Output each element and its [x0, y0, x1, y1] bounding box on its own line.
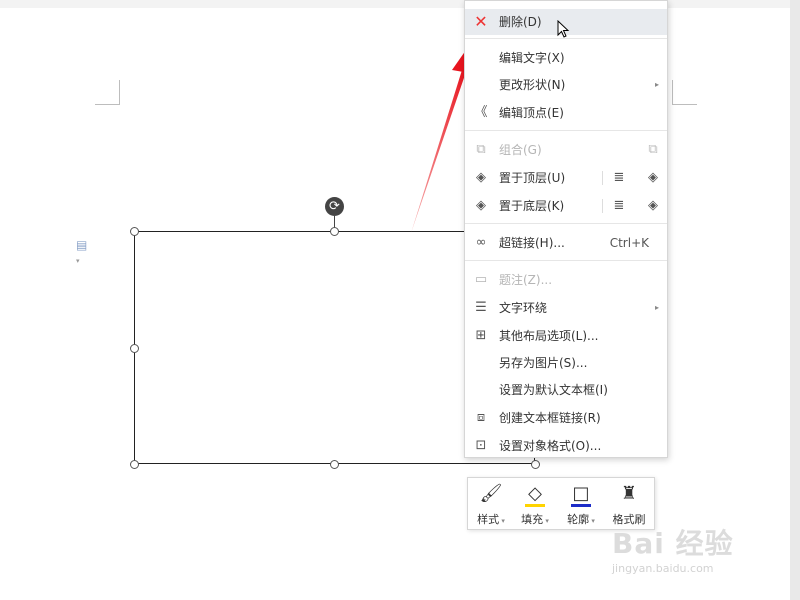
watermark-url: jingyan.baidu.com — [612, 562, 714, 575]
menu-item-bring-to-front[interactable]: ◈ 置于顶层(U) ≣ ◈ — [465, 165, 667, 191]
menu-item-format-object[interactable]: ⊡ 设置对象格式(O)... — [465, 433, 667, 459]
submenu-arrow-icon: ▸ — [654, 303, 659, 312]
menu-item-save-as-picture[interactable]: 另存为图片(S)... — [465, 350, 667, 376]
menu-item-label: 更改形状(N) — [499, 78, 566, 92]
menu-separator — [465, 130, 667, 131]
menu-vertical-separator — [602, 171, 603, 185]
menu-item-label: 置于顶层(U) — [499, 171, 566, 185]
menu-item-text-wrap[interactable]: ☰ 文字环绕 ▸ — [465, 295, 667, 321]
layout-options-icon: ⊞ — [475, 328, 487, 343]
context-menu: ✕ 删除(D) 编辑文字(X) 更改形状(N) ▸ 《 编辑顶点(E) ⧉ 组合… — [464, 0, 668, 458]
send-backward-icon[interactable]: ◈ — [645, 198, 661, 214]
menu-item-label: 置于底层(K) — [499, 199, 565, 213]
menu-item-change-shape[interactable]: 更改形状(N) ▸ — [465, 72, 667, 98]
bring-forward-icon[interactable]: ◈ — [645, 170, 661, 186]
dropdown-arrow-icon: ▾ — [499, 517, 505, 525]
menu-item-label: 设置对象格式(O)... — [499, 439, 602, 453]
brush-icon: 🖌 — [479, 483, 503, 504]
menu-item-label: 删除(D) — [499, 15, 542, 29]
menu-item-create-textbox-link[interactable]: ⧈ 创建文本框链接(R) — [465, 405, 667, 431]
mouse-cursor-icon — [557, 20, 570, 38]
menu-item-hyperlink[interactable]: ∞ 超链接(H)... Ctrl+K — [465, 230, 667, 256]
menu-item-label: 另存为图片(S)... — [499, 356, 588, 370]
annotation-arrow — [411, 40, 475, 233]
document-workspace: ▤ ▾ ⟳ ✕ 删除(D) 编辑文字(X) 更改形状(N) ▸ 《 编辑顶点(E… — [0, 0, 800, 600]
menu-item-set-default-textbox[interactable]: 设置为默认文本框(I) — [465, 377, 667, 403]
style-button[interactable]: 🖌 样式 ▾ — [470, 478, 512, 529]
menu-item-layout-options[interactable]: ⊞ 其他布局选项(L)... — [465, 323, 667, 349]
dropdown-arrow-icon: ▾ — [589, 517, 595, 525]
outline-button[interactable]: □ 轮廓 ▾ — [560, 478, 602, 529]
watermark-brand: Bai 经验 — [612, 527, 734, 560]
edit-points-icon: 《 — [474, 105, 488, 120]
format-painter-icon: ♜ — [620, 483, 638, 504]
menu-separator — [465, 223, 667, 224]
menu-item-shortcut: Ctrl+K — [609, 236, 649, 250]
menu-item-edit-text[interactable]: 编辑文字(X) — [465, 45, 667, 71]
menu-item-send-to-back[interactable]: ◈ 置于底层(K) ≣ ◈ — [465, 193, 667, 219]
menu-item-label: 文字环绕 — [499, 301, 548, 315]
menu-item-label: 其他布局选项(L)... — [499, 329, 599, 343]
menu-item-label: 编辑文字(X) — [499, 51, 565, 65]
menu-vertical-separator — [602, 199, 603, 213]
format-object-icon: ⊡ — [475, 438, 487, 453]
menu-item-group[interactable]: ⧉ 组合(G) ⧉ — [465, 137, 667, 163]
submenu-arrow-icon: ▸ — [654, 80, 659, 89]
close-icon: ✕ — [474, 12, 488, 31]
menu-item-label: 编辑顶点(E) — [499, 106, 564, 120]
bring-in-front-of-text-icon[interactable]: ≣ — [611, 170, 627, 186]
fill-label: 填充 — [521, 513, 544, 526]
fill-color-swatch — [525, 504, 545, 507]
fill-button[interactable]: ◇ 填充 ▾ — [514, 478, 556, 529]
style-label: 样式 — [477, 513, 500, 526]
dropdown-arrow-icon: ▾ — [543, 517, 549, 525]
outline-label: 轮廓 — [567, 513, 590, 526]
menu-item-label: 超链接(H)... — [499, 236, 565, 250]
caption-icon: ▭ — [474, 272, 488, 287]
ungroup-icon: ⧉ — [648, 142, 658, 157]
hyperlink-icon: ∞ — [475, 235, 487, 250]
send-behind-text-icon[interactable]: ≣ — [611, 198, 627, 214]
baidu-jingyan-watermark: Bai 经验 jingyan.baidu.com — [612, 522, 762, 582]
bring-to-front-icon: ◈ — [476, 170, 486, 185]
send-to-back-icon: ◈ — [476, 198, 486, 213]
group-icon: ⧉ — [476, 142, 486, 157]
textbox-link-icon: ⧈ — [476, 410, 486, 425]
menu-item-label: 组合(G) — [499, 143, 542, 157]
menu-item-caption[interactable]: ▭ 题注(Z)... — [465, 267, 667, 293]
menu-item-label: 创建文本框链接(R) — [499, 411, 601, 425]
outline-square-icon: □ — [572, 483, 590, 504]
fill-bucket-icon: ◇ — [528, 483, 542, 504]
text-wrap-icon: ☰ — [475, 300, 487, 315]
menu-separator — [465, 260, 667, 261]
menu-item-label: 题注(Z)... — [499, 273, 553, 287]
menu-item-label: 设置为默认文本框(I) — [499, 383, 608, 397]
menu-item-edit-points[interactable]: 《 编辑顶点(E) — [465, 100, 667, 126]
outline-color-swatch — [571, 504, 591, 507]
